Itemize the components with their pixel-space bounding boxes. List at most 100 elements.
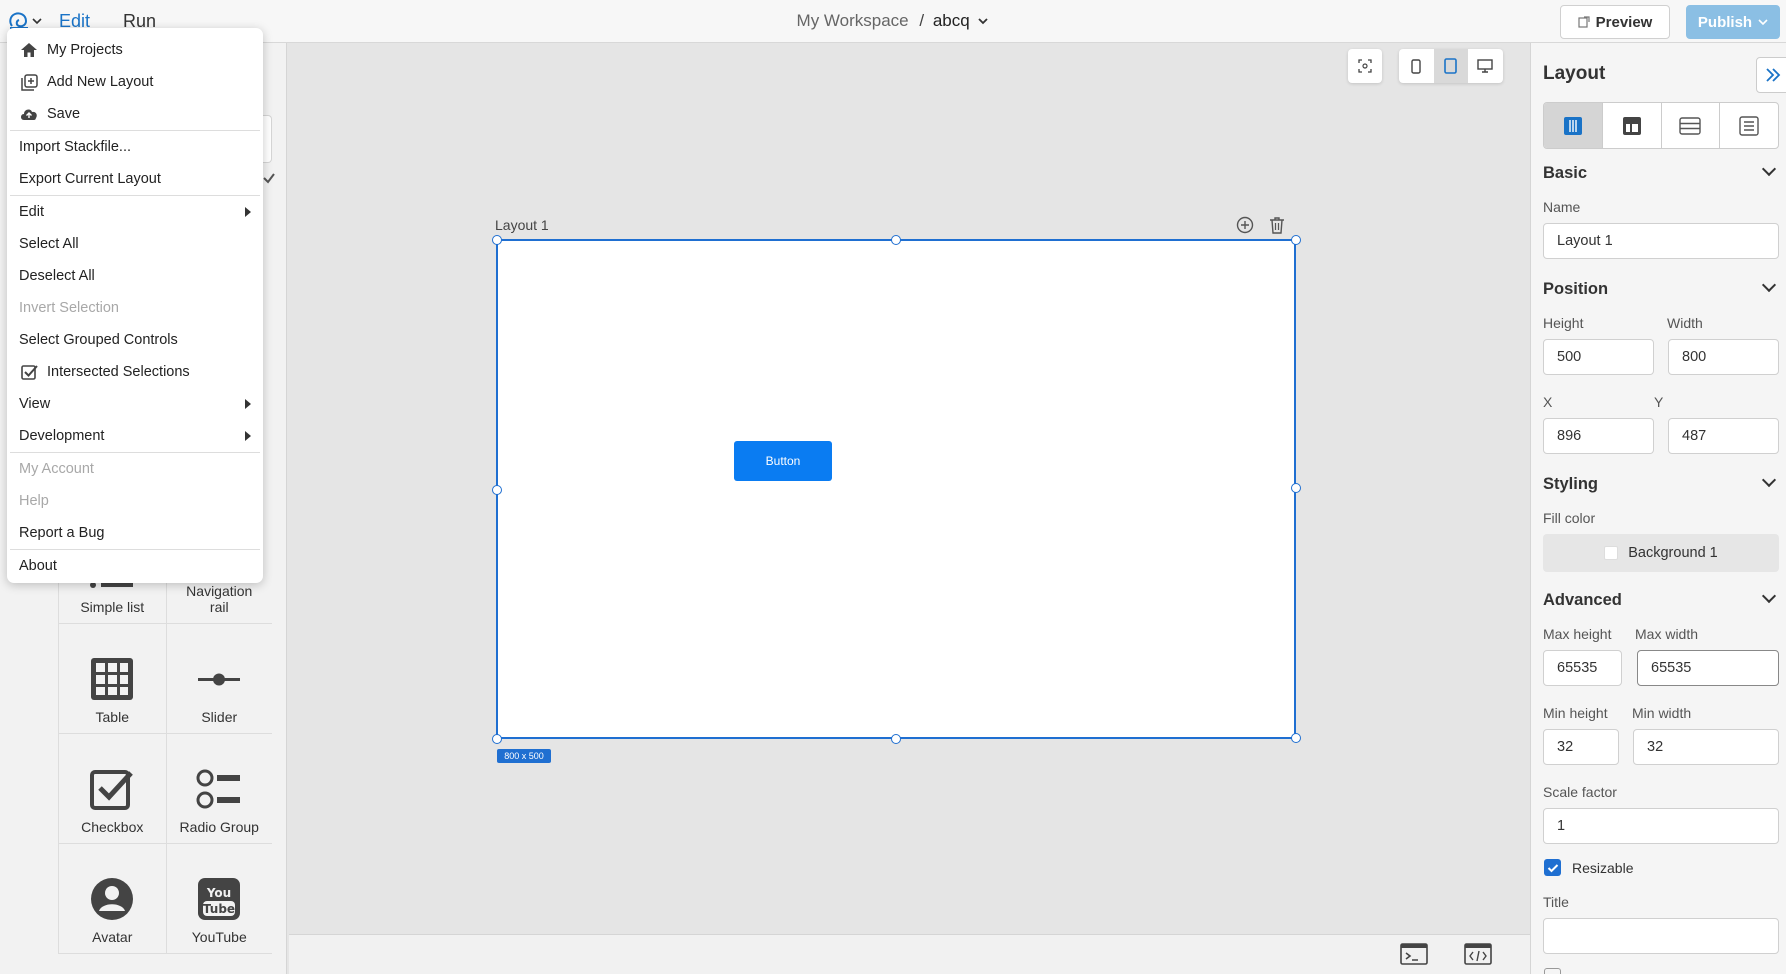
width-label: Width — [1667, 315, 1703, 331]
section-basic[interactable]: Basic — [1543, 164, 1587, 183]
menu-item-edit[interactable]: Edit — [7, 196, 263, 228]
resizable-checkbox[interactable] — [1544, 859, 1561, 876]
device-phone-button[interactable] — [1399, 49, 1434, 83]
palette-radio-group[interactable]: Radio Group — [165, 734, 273, 843]
canvas-button-control[interactable]: Button — [734, 441, 832, 481]
resize-handle-bottom-left[interactable] — [492, 734, 502, 744]
palette-table[interactable]: Table — [59, 624, 166, 733]
check-icon — [1547, 863, 1558, 872]
device-toggle — [1399, 49, 1503, 83]
height-label: Height — [1543, 315, 1584, 331]
fit-to-screen-button[interactable] — [1348, 49, 1382, 83]
add-circle-icon[interactable] — [1236, 216, 1254, 234]
list-layout-icon — [1739, 115, 1759, 136]
width-input[interactable] — [1668, 339, 1779, 375]
menu-item-save[interactable]: Save — [7, 98, 263, 130]
menu-item-development[interactable]: Development — [7, 420, 263, 452]
resize-handle-top[interactable] — [891, 235, 901, 245]
title-input[interactable] — [1543, 918, 1779, 954]
preview-label: Preview — [1595, 13, 1653, 31]
preview-button[interactable]: Preview — [1560, 5, 1670, 39]
tab-layout-columns[interactable] — [1544, 103, 1602, 148]
menu-item-export-current-layout[interactable]: Export Current Layout — [7, 163, 263, 195]
palette-avatar[interactable]: Avatar — [59, 844, 166, 953]
max-width-label: Max width — [1635, 626, 1699, 642]
chevron-down-icon — [1758, 19, 1768, 26]
fill-color-picker[interactable]: Background 1 — [1543, 534, 1779, 572]
title-label: Title — [1543, 894, 1569, 910]
youtube-icon: You Tube — [198, 878, 241, 920]
x-input[interactable] — [1543, 418, 1654, 454]
min-width-input[interactable] — [1633, 729, 1779, 765]
device-desktop-button[interactable] — [1468, 49, 1503, 83]
layout-type-tabs — [1543, 102, 1779, 149]
check-icon — [263, 173, 275, 184]
publish-button[interactable]: Publish — [1686, 5, 1780, 39]
menu-item-add-new-layout[interactable]: Add New Layout — [7, 66, 263, 98]
layout-frame[interactable] — [496, 239, 1296, 739]
palette-label: Navigation rail — [186, 583, 253, 615]
max-height-input[interactable] — [1543, 650, 1622, 686]
menu-item-label: Import Stackfile... — [19, 139, 132, 155]
palette-label: Simple list — [80, 599, 145, 615]
breadcrumb: My Workspace / abcq — [0, 11, 1786, 31]
menu-item-intersected-selections[interactable]: Intersected Selections — [7, 356, 263, 388]
min-height-input[interactable] — [1543, 729, 1619, 765]
menu-item-label: Export Current Layout — [19, 171, 161, 187]
tab-layout-header-sidebar[interactable] — [1601, 103, 1661, 148]
scale-factor-input[interactable] — [1543, 808, 1779, 844]
palette-label: Checkbox — [81, 819, 144, 835]
submenu-arrow-icon — [245, 207, 251, 217]
menu-item-help: Help — [7, 485, 263, 517]
resize-handle-right[interactable] — [1291, 483, 1301, 493]
chevron-down-icon[interactable] — [977, 16, 989, 26]
collapse-panel-button[interactable] — [1756, 57, 1786, 93]
menu-item-import-stackfile[interactable]: Import Stackfile... — [7, 131, 263, 163]
project-name[interactable]: abcq — [933, 11, 970, 30]
name-input[interactable] — [1543, 223, 1779, 259]
y-label: Y — [1654, 394, 1664, 410]
min-width-label: Min width — [1632, 705, 1692, 721]
max-height-label: Max height — [1543, 626, 1612, 642]
menu-item-label: Help — [19, 493, 49, 509]
palette-slider[interactable]: Slider — [165, 624, 273, 733]
next-checkbox[interactable] — [1544, 968, 1561, 974]
resize-handle-top-right[interactable] — [1291, 235, 1301, 245]
max-width-input[interactable] — [1637, 650, 1779, 686]
menu-item-about[interactable]: About — [7, 550, 263, 582]
terminal-icon[interactable] — [1400, 943, 1428, 965]
height-input[interactable] — [1543, 339, 1654, 375]
section-advanced[interactable]: Advanced — [1543, 591, 1622, 610]
checkbox-checked-icon — [20, 364, 38, 380]
menu-item-view[interactable]: View — [7, 388, 263, 420]
menu-item-label: Invert Selection — [19, 300, 119, 316]
device-tablet-button[interactable] — [1433, 49, 1469, 83]
menu-item-label: My Projects — [47, 42, 123, 58]
resize-handle-bottom-right[interactable] — [1291, 733, 1301, 743]
tab-layout-list[interactable] — [1719, 103, 1778, 148]
menu-item-my-projects[interactable]: My Projects — [7, 34, 263, 66]
menu-item-select-all[interactable]: Select All — [7, 228, 263, 260]
trash-icon[interactable] — [1269, 216, 1285, 234]
resize-handle-top-left[interactable] — [492, 235, 502, 245]
min-height-label: Min height — [1543, 705, 1608, 721]
submenu-arrow-icon — [245, 399, 251, 409]
resize-handle-bottom[interactable] — [891, 734, 901, 744]
palette-label: YouTube — [191, 929, 247, 945]
workspace-name[interactable]: My Workspace — [797, 11, 909, 30]
section-styling[interactable]: Styling — [1543, 475, 1598, 494]
menu-item-label: About — [19, 558, 57, 574]
section-position[interactable]: Position — [1543, 280, 1608, 299]
palette-youtube[interactable]: You Tube YouTube — [165, 844, 273, 953]
fill-color-value: Background 1 — [1628, 545, 1718, 561]
menu-item-select-grouped-controls[interactable]: Select Grouped Controls — [7, 324, 263, 356]
layout-title[interactable]: Layout 1 — [495, 217, 549, 233]
tab-layout-rows[interactable] — [1660, 103, 1720, 148]
menu-item-deselect-all[interactable]: Deselect All — [7, 260, 263, 292]
menu-item-report-a-bug[interactable]: Report a Bug — [7, 517, 263, 549]
y-input[interactable] — [1668, 418, 1779, 454]
resize-handle-left[interactable] — [492, 485, 502, 495]
code-icon[interactable] — [1464, 943, 1492, 965]
table-icon — [91, 658, 134, 700]
palette-checkbox[interactable]: Checkbox — [59, 734, 166, 843]
